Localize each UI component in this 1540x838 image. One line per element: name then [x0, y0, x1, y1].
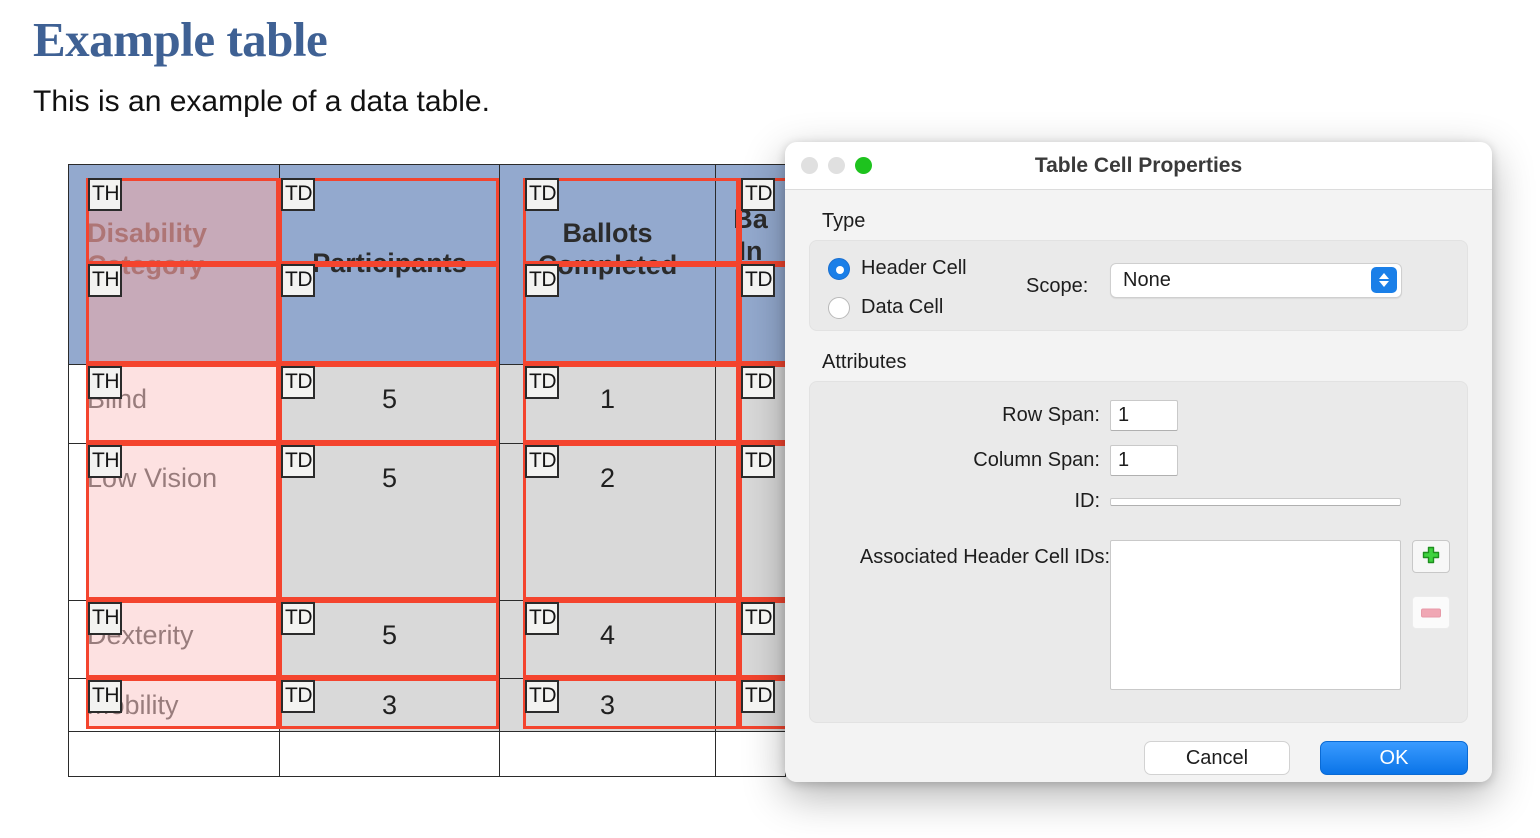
id-field-row: ID:: [810, 490, 1430, 513]
tag-td-dexterity-3: TD: [741, 602, 775, 635]
radio-selected-icon[interactable]: [828, 257, 850, 280]
table-row: Blind 5 1: [68, 364, 786, 444]
page-title: Example table: [33, 12, 328, 67]
minus-icon: [1421, 608, 1441, 617]
dialog-titlebar[interactable]: Table Cell Properties: [785, 142, 1492, 190]
empty-cell[interactable]: [279, 731, 500, 777]
scope-select[interactable]: None: [1110, 263, 1402, 298]
row-span-label: Row Span:: [1002, 404, 1100, 426]
tag-td-participants: TD: [281, 178, 315, 211]
tag-th-mobility: TH: [88, 680, 122, 713]
column-span-field-row: Column Span: 1: [810, 445, 1410, 476]
type-section-box: Header Cell Data Cell Scope: None: [809, 240, 1468, 331]
cancel-button[interactable]: Cancel: [1144, 741, 1290, 775]
remove-header-id-button[interactable]: [1412, 596, 1450, 629]
associated-header-cell-ids-list[interactable]: [1110, 540, 1401, 690]
ok-button[interactable]: OK: [1320, 741, 1468, 775]
tag-th-low-vision: TH: [88, 445, 122, 478]
radio-header-cell-label: Header Cell: [861, 257, 967, 279]
radio-unselected-icon[interactable]: [828, 296, 850, 319]
radio-data-cell-label: Data Cell: [861, 296, 944, 318]
type-section-label: Type: [822, 210, 866, 232]
attributes-section-label: Attributes: [822, 351, 907, 373]
tag-td-mobility-2: TD: [525, 680, 559, 713]
page-subtitle: This is an example of a data table.: [33, 85, 490, 118]
tag-td-participants-2: TD: [281, 264, 315, 297]
data-table-container: Disability Category Participants Ballots…: [68, 164, 799, 777]
dialog-title: Table Cell Properties: [1034, 154, 1243, 177]
scope-select-value: None: [1123, 269, 1171, 291]
plus-icon: [1422, 546, 1440, 563]
table-cell-properties-dialog[interactable]: Table Cell Properties Type Header Cell D…: [785, 142, 1492, 782]
dialog-body: Type Header Cell Data Cell Scope: None A…: [785, 210, 1492, 782]
table-row: Mobility 3 3: [68, 678, 786, 732]
screen-root: Example table This is an example of a da…: [0, 0, 1540, 838]
empty-cell[interactable]: [715, 731, 786, 777]
tag-td-mobility-1: TD: [281, 680, 315, 713]
row-span-field-row: Row Span: 1: [810, 400, 1410, 431]
table-row: Low Vision 5 2: [68, 443, 786, 601]
chevron-updown-icon[interactable]: [1371, 267, 1397, 293]
tag-td-low-vision-3: TD: [741, 445, 775, 478]
tag-td-blind-1: TD: [281, 366, 315, 399]
row-span-input[interactable]: 1: [1110, 400, 1178, 431]
table-row: Dexterity 5 4: [68, 600, 786, 679]
tag-td-blind-3: TD: [741, 366, 775, 399]
id-input[interactable]: [1110, 497, 1401, 506]
empty-cell[interactable]: [499, 731, 716, 777]
tag-td-ballots-incomplete: TD: [741, 178, 775, 211]
header-cell-label-line2: In: [738, 236, 763, 266]
radio-header-cell[interactable]: Header Cell: [828, 257, 967, 280]
tag-td-mobility-3: TD: [741, 680, 775, 713]
tag-th-category: TH: [88, 264, 122, 297]
data-table: Disability Category Participants Ballots…: [68, 164, 786, 777]
tag-td-ballots-incomplete-2: TD: [741, 264, 775, 297]
add-header-id-button[interactable]: [1412, 540, 1450, 573]
tag-th-dexterity: TH: [88, 602, 122, 635]
attributes-section-box: Row Span: 1 Column Span: 1 ID: Associate…: [809, 381, 1468, 723]
id-label: ID:: [1074, 490, 1100, 512]
tag-td-dexterity-1: TD: [281, 602, 315, 635]
scope-label: Scope:: [1026, 275, 1089, 297]
table-empty-row: [68, 731, 786, 777]
tag-td-completed: TD: [525, 264, 559, 297]
tag-th-disability: TH: [88, 178, 122, 211]
tag-td-ballots: TD: [525, 178, 559, 211]
tag-td-low-vision-2: TD: [525, 445, 559, 478]
tag-td-dexterity-2: TD: [525, 602, 559, 635]
radio-data-cell[interactable]: Data Cell: [828, 296, 943, 319]
column-span-label: Column Span:: [973, 449, 1100, 471]
tag-td-low-vision-1: TD: [281, 445, 315, 478]
dialog-footer-buttons: Cancel OK: [1144, 741, 1468, 775]
associated-header-cell-ids-label: Associated Header Cell IDs:: [859, 546, 1110, 568]
column-span-input[interactable]: 1: [1110, 445, 1178, 476]
tag-th-blind: TH: [88, 366, 122, 399]
empty-cell[interactable]: [68, 731, 280, 777]
tag-td-blind-2: TD: [525, 366, 559, 399]
table-header-row: Disability Category Participants Ballots…: [68, 164, 786, 365]
